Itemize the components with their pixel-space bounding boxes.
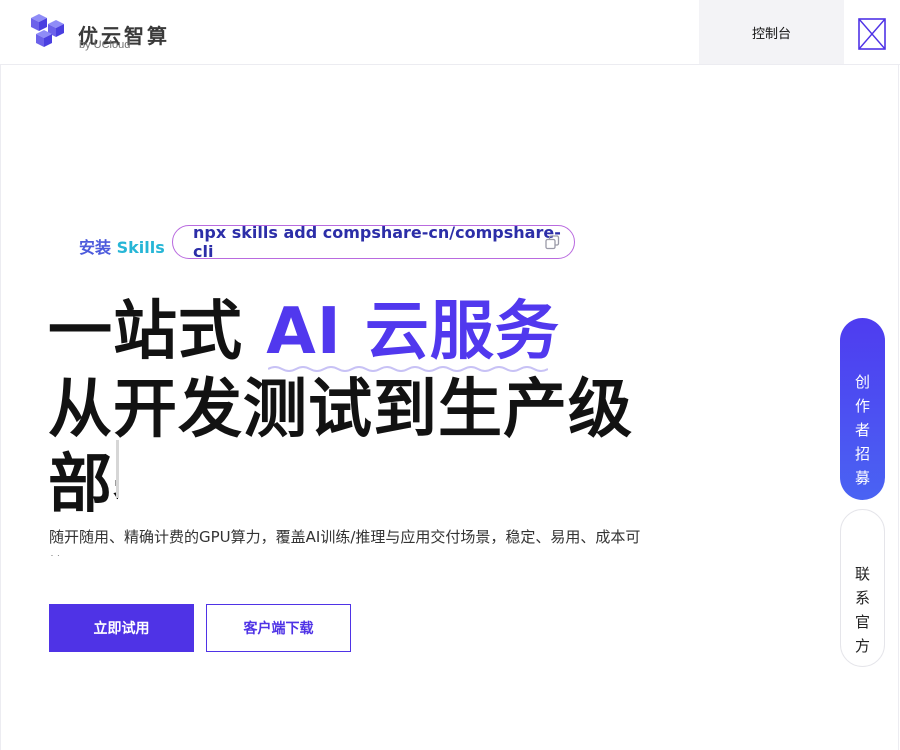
try-now-button[interactable]: 立即试用 [49, 604, 194, 652]
client-download-button[interactable]: 客户端下载 [206, 604, 351, 652]
hero-description: 随开随用、精确计费的GPU算力，覆盖AI训练/推理与应用交付场景，稳定、易用、成… [49, 528, 641, 556]
hero-title-line2: 从开发测试到生产级 [48, 373, 633, 447]
install-skills-label: 安装 Skills [79, 234, 165, 258]
contact-official-label: 联系官方 [854, 565, 870, 655]
menu-toggle-icon[interactable] [858, 18, 886, 50]
copy-icon[interactable] [545, 235, 560, 250]
install-label-prefix: 安装 [79, 238, 112, 257]
creator-recruit-float[interactable]: 创作者招募 [840, 318, 885, 500]
logo-subtitle: by UCloud [79, 39, 131, 51]
creator-recruit-label: 创作者招募 [854, 373, 870, 487]
console-button[interactable]: 控制台 [699, 0, 844, 64]
brand-logo[interactable]: 优云智算 by UCloud [30, 12, 180, 54]
cube-logo-icon [31, 14, 64, 47]
typing-caret [116, 440, 119, 498]
install-command-text: npx skills add compshare-cn/compshare-cl… [193, 223, 561, 261]
hero-title-line3: 部署 [48, 448, 118, 522]
install-command-pill[interactable]: npx skills add compshare-cn/compshare-cl… [172, 223, 575, 261]
contact-official-float[interactable]: 联系官方 [840, 509, 885, 667]
install-label-skills: Skills [116, 238, 165, 257]
top-header: 优云智算 by UCloud 控制台 [0, 0, 900, 65]
